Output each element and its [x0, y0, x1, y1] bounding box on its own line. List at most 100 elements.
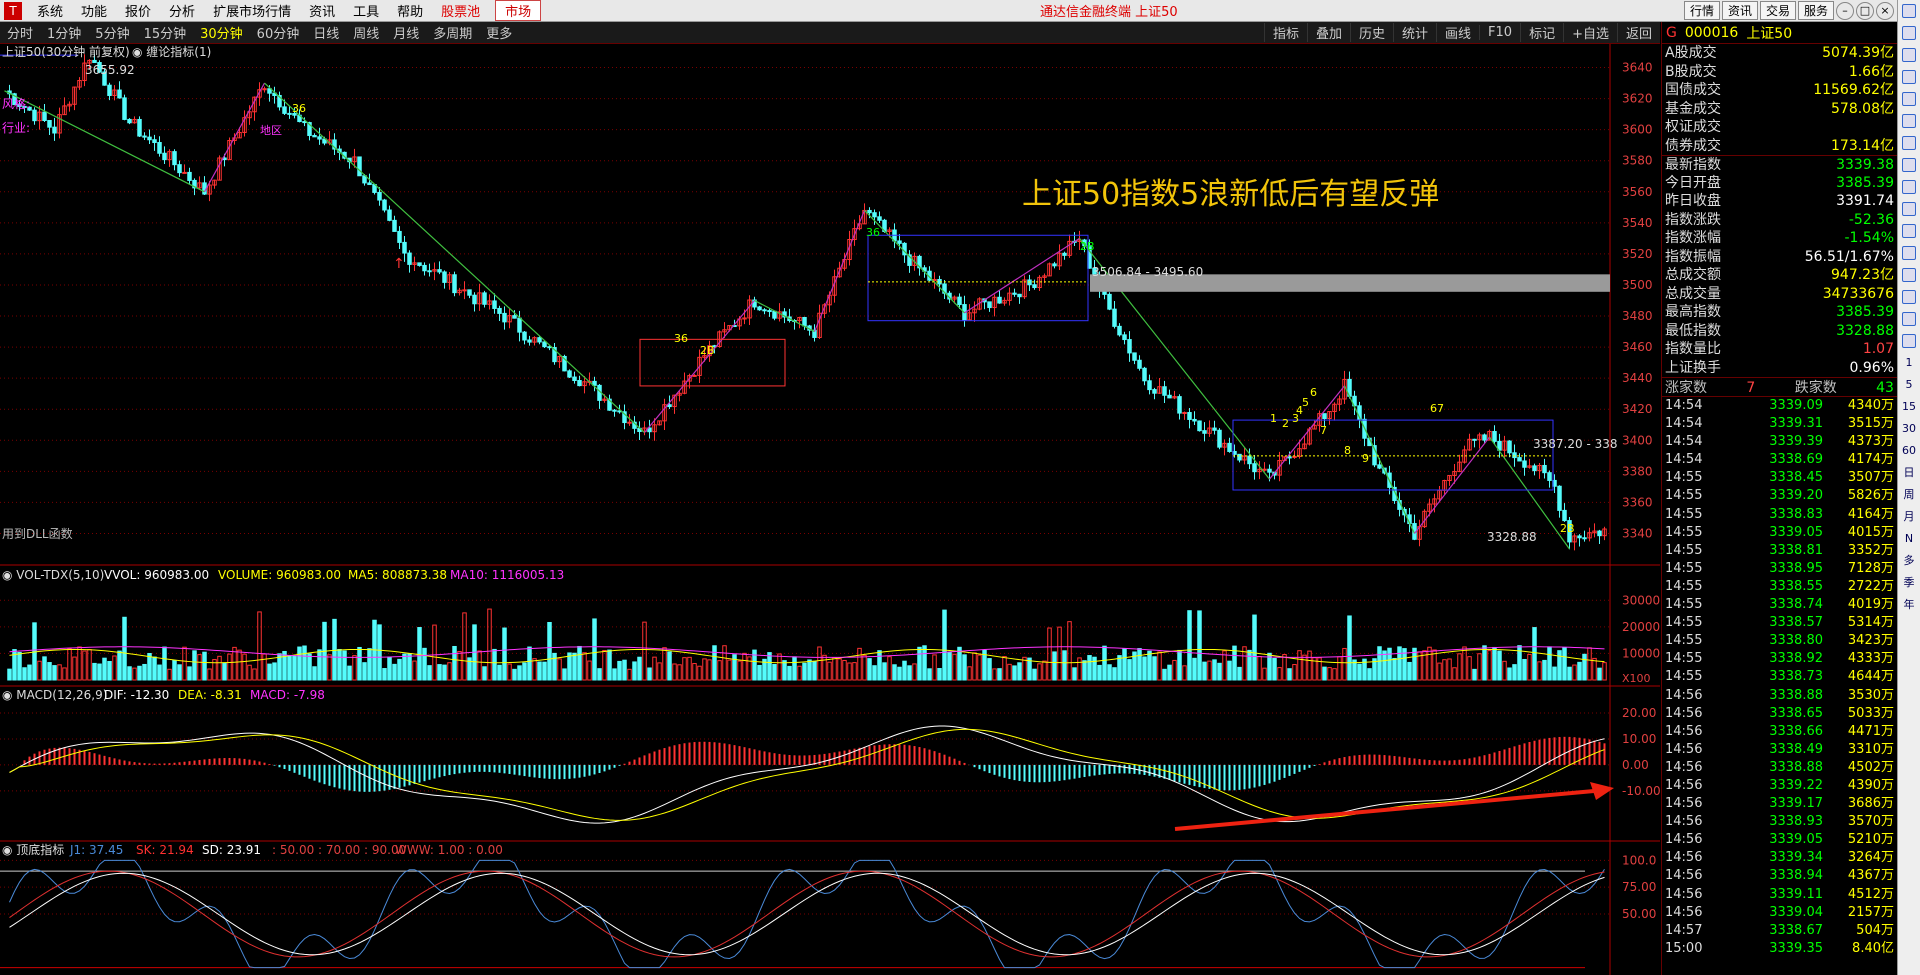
tick-price: 3339.05 — [1769, 832, 1823, 848]
volume-bar — [657, 662, 662, 681]
sidebar-tool-icon[interactable] — [1902, 180, 1916, 194]
volume-bar — [1277, 667, 1282, 681]
tick-price: 3338.88 — [1769, 687, 1823, 703]
tick-time: 14:55 — [1665, 615, 1703, 631]
candle-body — [407, 252, 412, 265]
sidebar-period[interactable]: 30 — [1898, 418, 1920, 440]
menu-stock-pool[interactable]: 股票池 — [432, 1, 489, 20]
menu-tools[interactable]: 工具 — [344, 1, 388, 20]
sidebar-period[interactable]: 多 — [1898, 550, 1920, 572]
volume-bar — [1227, 660, 1232, 681]
volume-bar — [942, 609, 947, 681]
sidebar-tool-icon[interactable] — [1902, 268, 1916, 282]
tf-5min[interactable]: 5分钟 — [88, 23, 136, 42]
menu-extended-market[interactable]: 扩展市场行情 — [204, 1, 300, 20]
candle-body — [692, 374, 697, 377]
tool-add-watchlist[interactable]: +自选 — [1563, 23, 1617, 42]
sidebar-tool-icon[interactable] — [1902, 202, 1916, 216]
sidebar-period[interactable]: 60 — [1898, 440, 1920, 462]
maximize-icon[interactable]: □ — [1856, 1, 1874, 20]
volume-bar — [1212, 659, 1217, 681]
tool-overlay[interactable]: 叠加 — [1306, 23, 1350, 42]
menu-news[interactable]: 资讯 — [300, 1, 344, 20]
candle-body — [1237, 453, 1242, 461]
btn-trade[interactable]: 交易 — [1759, 1, 1796, 20]
sidebar-tool-icon[interactable] — [1902, 246, 1916, 260]
btn-quotes[interactable]: 行情 — [1683, 1, 1720, 20]
tool-mark[interactable]: 标记 — [1520, 23, 1563, 42]
sidebar-tool-icon[interactable] — [1902, 26, 1916, 40]
close-icon[interactable]: × — [1876, 1, 1894, 20]
volume-bar — [292, 655, 297, 681]
candle-body — [392, 219, 397, 232]
sidebar-period[interactable]: 周 — [1898, 484, 1920, 506]
stat-value: 3339.38 — [1836, 157, 1894, 173]
menu-help[interactable]: 帮助 — [388, 1, 432, 20]
sidebar-period[interactable]: N — [1898, 528, 1920, 550]
tool-indicator[interactable]: 指标 — [1263, 23, 1307, 42]
sidebar-period[interactable]: 5 — [1898, 374, 1920, 396]
tool-back[interactable]: 返回 — [1616, 23, 1660, 42]
tool-stats[interactable]: 统计 — [1393, 23, 1436, 42]
stat-value: 3385.39 — [1836, 174, 1894, 191]
volume-bar — [1192, 657, 1197, 681]
sidebar-tool-icon[interactable] — [1902, 290, 1916, 304]
menu-market[interactable]: 市场 — [495, 0, 542, 21]
tick-price: 3339.22 — [1769, 777, 1823, 793]
sidebar-period[interactable]: 月 — [1898, 506, 1920, 528]
volume-bar — [1162, 668, 1167, 681]
sidebar-tool-icon[interactable] — [1902, 136, 1916, 150]
sidebar-tool-icon[interactable] — [1902, 334, 1916, 348]
sidebar-tool-icon[interactable] — [1902, 92, 1916, 106]
tick-volume: 4373万 — [1847, 434, 1894, 450]
candle-body — [772, 310, 777, 319]
chart-area[interactable]: 3640 3620 3600 3580 3560 3540 3520 3500 3480 3460… — [0, 44, 1660, 975]
volume-bar — [172, 660, 177, 681]
tick-price: 3338.74 — [1769, 597, 1823, 613]
stroke-line — [754, 299, 815, 333]
menu-function[interactable]: 功能 — [72, 1, 116, 20]
sidebar-tool-icon[interactable] — [1902, 158, 1916, 172]
volume-bar — [937, 668, 942, 681]
sidebar-period[interactable]: 年 — [1898, 594, 1920, 616]
volume-bar — [992, 668, 997, 681]
minimize-icon[interactable]: – — [1836, 1, 1854, 20]
quote-panel: G 000016 上证50 A股成交 5074.39亿 B股成交 1.66亿 国债成交 1… — [1661, 22, 1897, 975]
volume-bar — [512, 668, 517, 681]
sidebar-period[interactable]: 日 — [1898, 462, 1920, 484]
tf-15min[interactable]: 15分钟 — [137, 23, 194, 42]
candle-body — [567, 370, 572, 378]
tf-monthly[interactable]: 月线 — [386, 23, 426, 42]
tf-60min[interactable]: 60分钟 — [250, 23, 307, 42]
menu-quote[interactable]: 报价 — [116, 1, 160, 20]
tick-volume: 8.40亿 — [1852, 940, 1894, 956]
tool-draw[interactable]: 画线 — [1436, 23, 1479, 42]
tick-list[interactable]: 14:54 3339.09 4340万 14:54 3339.31 3515万 14:54 3… — [1662, 397, 1897, 958]
tf-multi[interactable]: 多周期 — [426, 23, 479, 42]
tf-more[interactable]: 更多 — [479, 23, 519, 42]
volume-bar — [147, 653, 152, 681]
app-logo-icon[interactable]: T — [4, 1, 22, 20]
sidebar-tool-icon[interactable] — [1902, 224, 1916, 238]
tool-history[interactable]: 历史 — [1349, 23, 1393, 42]
btn-service[interactable]: 服务 — [1797, 1, 1834, 20]
sidebar-tool-icon[interactable] — [1902, 70, 1916, 84]
tf-1min[interactable]: 1分钟 — [40, 23, 88, 42]
sidebar-tool-icon[interactable] — [1902, 4, 1916, 18]
tf-daily[interactable]: 日线 — [306, 23, 346, 42]
btn-news[interactable]: 资讯 — [1721, 1, 1758, 20]
tool-f10[interactable]: F10 — [1479, 25, 1520, 40]
sidebar-period[interactable]: 15 — [1898, 396, 1920, 418]
volume-bar — [802, 662, 807, 681]
tf-weekly[interactable]: 周线 — [346, 23, 386, 42]
sidebar-tool-icon[interactable] — [1902, 48, 1916, 62]
sidebar-tool-icon[interactable] — [1902, 312, 1916, 326]
sidebar-tool-icon[interactable] — [1902, 114, 1916, 128]
tf-30min[interactable]: 30分钟 — [193, 23, 250, 42]
tick-row: 14:56 3338.94 4367万 — [1662, 867, 1897, 885]
menu-analysis[interactable]: 分析 — [160, 1, 204, 20]
sidebar-period[interactable]: 季 — [1898, 572, 1920, 594]
menu-system[interactable]: 系统 — [28, 1, 72, 20]
sidebar-period[interactable]: 1 — [1898, 352, 1920, 374]
tf-intraday[interactable]: 分时 — [0, 23, 40, 42]
